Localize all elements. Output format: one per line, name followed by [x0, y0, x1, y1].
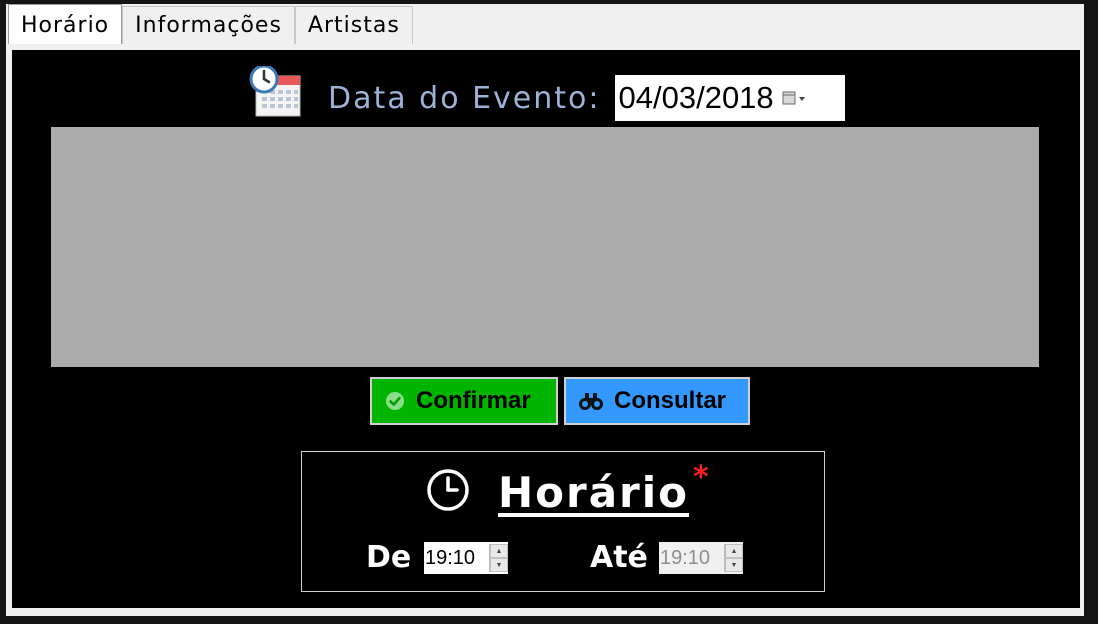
schedule-group: Horário * De 19:10 ▲ ▼ Até 19:10 ▲ ▼: [301, 451, 825, 592]
check-circle-icon: [384, 390, 406, 412]
from-label: De: [366, 540, 412, 575]
event-date-picker[interactable]: 04/03/2018: [614, 75, 845, 121]
binoculars-icon: [578, 390, 604, 412]
consult-button[interactable]: Consultar: [564, 377, 750, 425]
event-date-value[interactable]: 04/03/2018: [619, 80, 774, 116]
calendar-clock-icon: [248, 64, 302, 120]
spin-up-icon: ▲: [725, 544, 743, 558]
tab-artistas[interactable]: Artistas: [294, 6, 413, 44]
tab-strip: Horário Informações Artistas: [8, 4, 413, 46]
event-date-row: Data do Evento: 04/03/2018: [248, 64, 845, 121]
to-time-value: 19:10: [660, 546, 711, 569]
clock-icon: [426, 468, 470, 516]
required-marker: *: [693, 460, 709, 495]
spin-down-icon[interactable]: ▼: [490, 558, 508, 572]
calendar-dropdown-icon[interactable]: [782, 86, 810, 110]
confirm-button-label: Confirmar: [416, 387, 531, 414]
events-grid[interactable]: [51, 127, 1039, 367]
confirm-button[interactable]: Confirmar: [370, 377, 558, 425]
from-time-spinner[interactable]: ▲ ▼: [489, 544, 508, 572]
to-label: Até: [590, 540, 648, 575]
tab-informacoes[interactable]: Informações: [122, 6, 295, 44]
spin-down-icon: ▼: [725, 558, 743, 572]
from-time-field[interactable]: 19:10 ▲ ▼: [424, 542, 508, 574]
to-time-spinner: ▲ ▼: [724, 544, 743, 572]
from-time-value[interactable]: 19:10: [424, 547, 489, 570]
event-date-label: Data do Evento:: [328, 80, 601, 116]
spin-up-icon[interactable]: ▲: [490, 544, 508, 558]
schedule-title-row: Horário *: [426, 460, 709, 522]
schedule-title: Horário: [498, 467, 690, 517]
app-window: Horário Informações Artistas Data do Eve…: [0, 0, 1098, 624]
tab-panel-horario: Data do Evento: 04/03/2018 Confirmar Con…: [12, 50, 1080, 608]
tab-horario[interactable]: Horário: [8, 4, 123, 44]
to-time-field: 19:10 ▲ ▼: [659, 542, 743, 574]
consult-button-label: Consultar: [614, 387, 727, 414]
